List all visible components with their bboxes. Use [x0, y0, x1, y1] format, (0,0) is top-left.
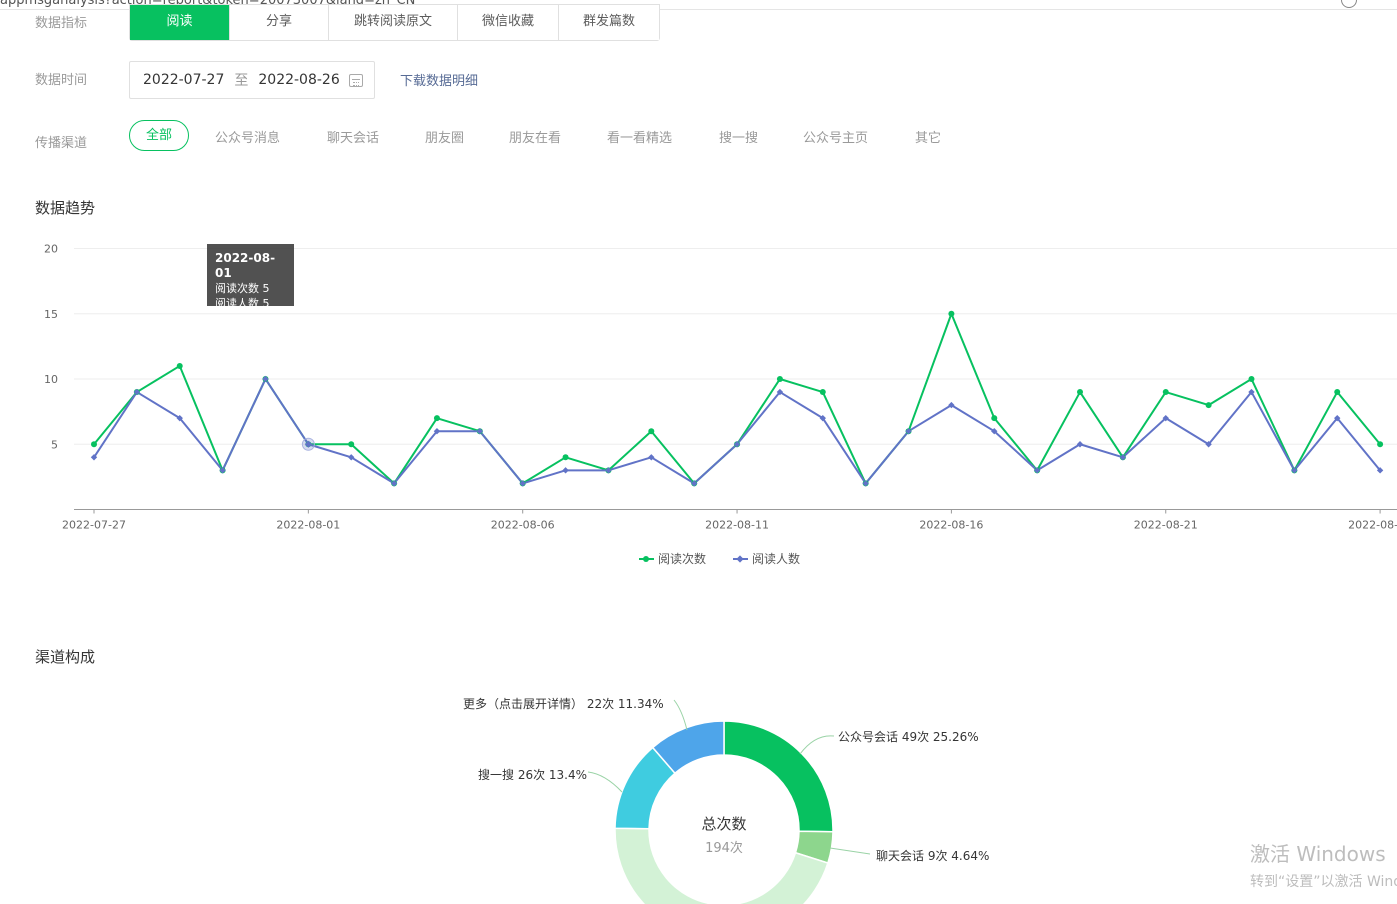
date-separator: 至 [234, 73, 249, 89]
pie-label-chat[interactable]: 聊天会话 9次 4.64% [876, 847, 989, 864]
pie-label-more[interactable]: 更多（点击展开详情） 22次 11.34% [463, 695, 664, 712]
pie-label-official[interactable]: 公众号会话 49次 25.26% [838, 728, 979, 745]
data-point-reads [948, 310, 955, 317]
date-range-picker[interactable]: 2022-07-27 至 2022-08-26 [129, 61, 375, 99]
x-tick-label: 2022-08-26 [1348, 519, 1397, 532]
y-tick-label: 10 [44, 373, 58, 386]
channel-donut-chart[interactable] [0, 670, 1397, 904]
calendar-icon[interactable] [349, 74, 363, 87]
data-point-reads [819, 389, 826, 396]
series-line-reads [93, 312, 1381, 485]
channel-label: 传播渠道 [35, 136, 88, 151]
tooltip-readers: 阅读人数 5 [215, 297, 270, 310]
data-point-reads [562, 454, 569, 461]
data-point-reads [1162, 389, 1169, 396]
legend-reads[interactable]: 阅读次数 [639, 550, 706, 567]
leader-line-more [673, 699, 688, 731]
legend-reads-label: 阅读次数 [658, 552, 707, 566]
donut-center: 总次数 194次 [664, 813, 784, 856]
channel-other[interactable]: 其它 [915, 127, 941, 146]
watermark-line2: 转到“设置”以激活 Windows。 [1250, 874, 1397, 890]
metric-label: 数据指标 [35, 16, 88, 31]
leader-line-search [587, 771, 623, 793]
x-tick-label: 2022-08-01 [276, 519, 340, 532]
channel-moments[interactable]: 朋友圈 [425, 127, 464, 146]
x-tick-label: 2022-08-11 [705, 519, 769, 532]
data-point-reads [1205, 402, 1212, 409]
channel-all[interactable]: 全部 [129, 120, 189, 151]
leader-line-chat [829, 847, 871, 855]
windows-activation-watermark: 激活 Windows 转到“设置”以激活 Windows。 [1250, 838, 1397, 891]
y-tick-label: 20 [44, 243, 58, 256]
data-point-reads [348, 441, 355, 448]
legend-readers-label: 阅读人数 [752, 552, 801, 566]
composition-title: 渠道构成 [35, 648, 96, 666]
trend-title: 数据趋势 [35, 199, 96, 217]
channel-top-stories[interactable]: 看一看精选 [607, 127, 672, 146]
channel-friends-watching[interactable]: 朋友在看 [509, 127, 561, 146]
donut-center-label: 总次数 [701, 815, 747, 833]
metric-tab-read-original[interactable]: 跳转阅读原文 [329, 5, 458, 40]
data-point-reads [648, 428, 655, 435]
download-details-link[interactable]: 下载数据明细 [400, 70, 478, 89]
date-start: 2022-07-27 [143, 72, 225, 88]
browser-menu-icon[interactable] [1341, 0, 1357, 8]
chart-tooltip: 2022-08-01 阅读次数 5 阅读人数 5 [207, 244, 294, 310]
y-tick-label: 5 [51, 438, 58, 451]
metric-tab-favorite[interactable]: 微信收藏 [458, 5, 559, 40]
watermark-line1: 激活 Windows [1250, 842, 1386, 866]
x-tick-label: 2022-07-27 [62, 519, 126, 532]
metric-tab-mass-send[interactable]: 群发篇数 [559, 5, 659, 40]
tooltip-date: 2022-08-01 [215, 251, 276, 280]
x-tick-label: 2022-08-21 [1134, 519, 1198, 532]
donut-center-value: 194次 [705, 841, 743, 856]
date-end: 2022-08-26 [258, 72, 340, 88]
data-point-reads [433, 415, 440, 422]
tooltip-reads: 阅读次数 5 [215, 282, 270, 295]
legend-readers[interactable]: 阅读人数 [733, 550, 800, 567]
x-tick-label: 2022-08-06 [491, 519, 555, 532]
data-point-readers [562, 467, 569, 474]
y-tick-label: 15 [44, 308, 58, 321]
data-point-reads [776, 376, 783, 382]
data-point-reads [91, 441, 97, 448]
data-point-reads [1334, 389, 1341, 396]
metric-tab-share[interactable]: 分享 [230, 5, 329, 40]
metric-tabs: 阅读 分享 跳转阅读原文 微信收藏 群发篇数 [129, 4, 660, 41]
pie-label-search[interactable]: 搜一搜 26次 13.4% [478, 766, 587, 783]
data-point-reads [991, 415, 998, 422]
data-point-reads [176, 362, 183, 369]
channel-search[interactable]: 搜一搜 [719, 127, 758, 146]
data-point-reads [1248, 376, 1255, 382]
channel-chat[interactable]: 聊天会话 [327, 127, 379, 146]
metric-tab-read[interactable]: 阅读 [130, 5, 230, 40]
data-point-reads [1377, 441, 1384, 448]
channel-official-message[interactable]: 公众号消息 [215, 127, 280, 146]
channel-homepage[interactable]: 公众号主页 [803, 127, 868, 146]
leader-line-official [799, 735, 835, 755]
time-label: 数据时间 [35, 73, 88, 88]
series-line-readers [93, 378, 1381, 485]
x-tick-label: 2022-08-16 [919, 519, 983, 532]
data-point-reads [1077, 389, 1084, 396]
